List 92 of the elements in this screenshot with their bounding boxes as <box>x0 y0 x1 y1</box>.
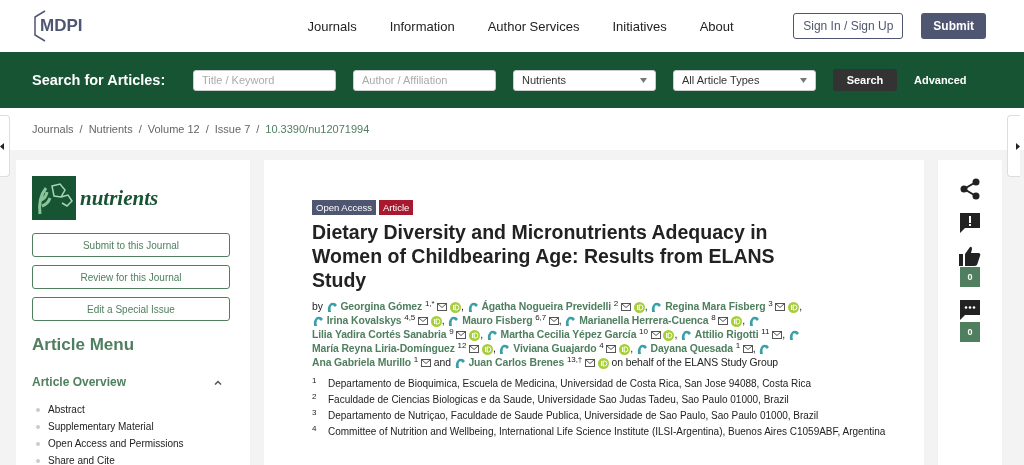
article-tag: Article <box>379 200 414 215</box>
menu-link[interactable]: Abstract <box>48 404 85 415</box>
email-icon[interactable] <box>650 331 661 340</box>
author-link[interactable]: Georgina Gómez <box>340 301 423 312</box>
author-link[interactable]: Dayana Quesada <box>650 343 733 354</box>
thumbs-up-icon[interactable] <box>959 246 981 266</box>
author-link[interactable]: Ágatha Nogueira Previdelli <box>481 301 612 312</box>
author-link[interactable]: María Reyna Liria-Domínguez <box>312 343 455 354</box>
breadcrumb-separator: / <box>205 123 209 135</box>
email-icon[interactable] <box>585 359 595 368</box>
share-icon[interactable] <box>960 178 980 200</box>
author-link[interactable]: Martha Cecilia Yépez García <box>500 329 637 340</box>
menu-title: Article Menu <box>32 335 136 355</box>
submit-button[interactable]: Submit <box>921 13 986 39</box>
dropdown[interactable]: Nutrients <box>513 69 656 91</box>
email-icon[interactable] <box>772 331 783 340</box>
section-title[interactable]: Article Overview <box>32 375 127 389</box>
email-icon[interactable] <box>437 303 448 312</box>
bullet-icon <box>36 424 40 429</box>
journal-name: nutrients <box>80 185 159 211</box>
breadcrumb-link[interactable]: Volume 12 <box>147 123 200 135</box>
caret-down-icon <box>640 77 647 83</box>
caret-right-icon <box>1016 142 1020 150</box>
menu-link[interactable]: Share and Cite <box>48 455 115 465</box>
email-icon[interactable] <box>775 303 786 312</box>
breadcrumb-link[interactable]: Journals <box>32 123 74 135</box>
count-badge: 0 <box>960 322 980 342</box>
nav-link[interactable]: Initiatives <box>612 18 667 34</box>
affiliation-number: 3 <box>312 408 316 419</box>
affiliation-number: 2 <box>312 392 316 403</box>
affiliation-number: 4 <box>312 424 316 435</box>
email-icon[interactable] <box>742 345 753 354</box>
nav-link[interactable]: Journals <box>307 18 357 34</box>
author-link[interactable]: Regina Mara Fisberg <box>665 301 766 312</box>
email-icon[interactable] <box>417 317 428 326</box>
author-link[interactable]: Juan Carlos Brenes <box>468 357 565 368</box>
dropdown[interactable]: All Article Types <box>673 69 816 91</box>
comment-icon[interactable] <box>959 299 981 321</box>
nav-link[interactable]: Information <box>389 18 455 34</box>
journal-button[interactable]: Submit to this Journal <box>32 233 230 257</box>
search-label: Search for Articles: <box>32 72 167 88</box>
bullet-icon <box>36 407 40 412</box>
breadcrumb-separator: / <box>138 123 142 135</box>
menu-link[interactable]: Supplementary Material <box>48 421 154 432</box>
affiliation-text: Faculdade de Ciencias Biologicas e da Saude, Universidade Sao Judas Tadeu, Sao Paulo 01000, Brazil <box>328 393 789 407</box>
affiliation-text: Departamento de Bioquimica, Escuela de Medicina, Universidad de Costa Rica, San Jose 94088, Costa Rica <box>328 377 812 391</box>
author-link[interactable]: Lilia Yadira Cortés Sanabria <box>312 329 447 340</box>
logo-text[interactable]: MDPI <box>40 16 83 36</box>
email-icon[interactable] <box>718 317 729 326</box>
nav-link[interactable]: About <box>699 18 734 34</box>
email-icon[interactable] <box>548 317 559 326</box>
author-list: by Georgina Gómez $^{1,*}$ , Ágatha Nogueira Previdelli $^{2}$ , Regina Mara Fisberg $^{3}$ , Irina Kovalskys $^{4,5}$ , Mauro Fisberg $^{6,7}$ , Marianella Herrera-Cuenca $^{8}$ , Lilia Yadira Cortés Sanabria $^{9}$ , Martha Cecilia Yépez García $^{10}$ , Attilio Rigotti $^{11}$ , María Reyna Liria-Domínguez $^{12}$ , Viviana Guajardo $^{4}$ , Dayana Quesada $^{1}$ , Ana Gabriela Murillo $^{1}$ and Juan Carlos Brenes $^{13,†}$ on behalf of the ELANS Study Group <box>312 300 812 370</box>
author-link[interactable]: Viviana Guajardo <box>513 343 597 354</box>
email-icon[interactable] <box>456 331 467 340</box>
journal-button[interactable]: Edit a Special Issue <box>32 297 230 321</box>
bullet-icon <box>36 458 40 463</box>
bullet-icon <box>36 441 40 446</box>
email-icon[interactable] <box>621 303 631 312</box>
nav-link[interactable]: Author Services <box>487 18 580 34</box>
breadcrumb-separator: / <box>79 123 83 135</box>
breadcrumb-link[interactable]: 10.3390/nu12071994 <box>265 123 370 135</box>
email-icon[interactable] <box>469 345 480 354</box>
affiliation-text: Departamento de Nutriçao, Faculdade de Saude Publica, Universidade de Sao Paulo, Sao Paulo 01000, Brazil <box>328 409 819 423</box>
caret-left-icon <box>0 142 4 150</box>
journal-button[interactable]: Review for this Journal <box>32 265 230 289</box>
breadcrumb-separator: / <box>256 123 260 135</box>
author-link[interactable]: Ana Gabriela Murillo <box>312 357 412 368</box>
article-title: Dietary Diversity and Micronutrients Adequacy in Women of Childbearing Age: Results from ELANS Study <box>312 220 776 292</box>
sign-in-button[interactable]: Sign In / Sign Up <box>793 13 904 39</box>
search-field[interactable]: Title / Keyword <box>193 69 336 91</box>
affiliation-number: 1 <box>312 376 316 387</box>
breadcrumb-link[interactable]: Nutrients <box>88 123 133 135</box>
left-panel-toggle[interactable] <box>0 115 10 177</box>
menu-link[interactable]: Open Access and Permissions <box>48 438 184 449</box>
journal-logo-icon <box>32 176 76 220</box>
caret-up-icon[interactable] <box>214 379 222 385</box>
right-panel-toggle[interactable] <box>1007 115 1020 177</box>
count-badge: 0 <box>960 267 980 287</box>
author-link[interactable]: Irina Kovalskys <box>326 315 402 326</box>
affiliation-text: Committee of Nutrition and Wellbeing, International Life Science Institute (ILSI-Argentina), Buenos Aires C1059ABF, Argentina <box>328 425 886 439</box>
author-link[interactable]: Attilio Rigotti <box>694 329 759 340</box>
author-link[interactable]: Marianella Herrera-Cuenca <box>579 315 709 326</box>
advanced-search-link[interactable]: Advanced <box>914 74 967 86</box>
breadcrumb-link[interactable]: Issue 7 <box>214 123 251 135</box>
email-icon[interactable] <box>421 359 431 368</box>
author-link[interactable]: Mauro Fisberg <box>462 315 533 326</box>
caret-down-icon <box>800 77 807 83</box>
search-button[interactable]: Search <box>833 69 897 91</box>
email-icon[interactable] <box>606 345 617 354</box>
search-field[interactable]: Author / Affiliation <box>353 69 496 91</box>
report-icon[interactable] <box>959 212 981 234</box>
article-tag: Open Access <box>312 200 376 215</box>
